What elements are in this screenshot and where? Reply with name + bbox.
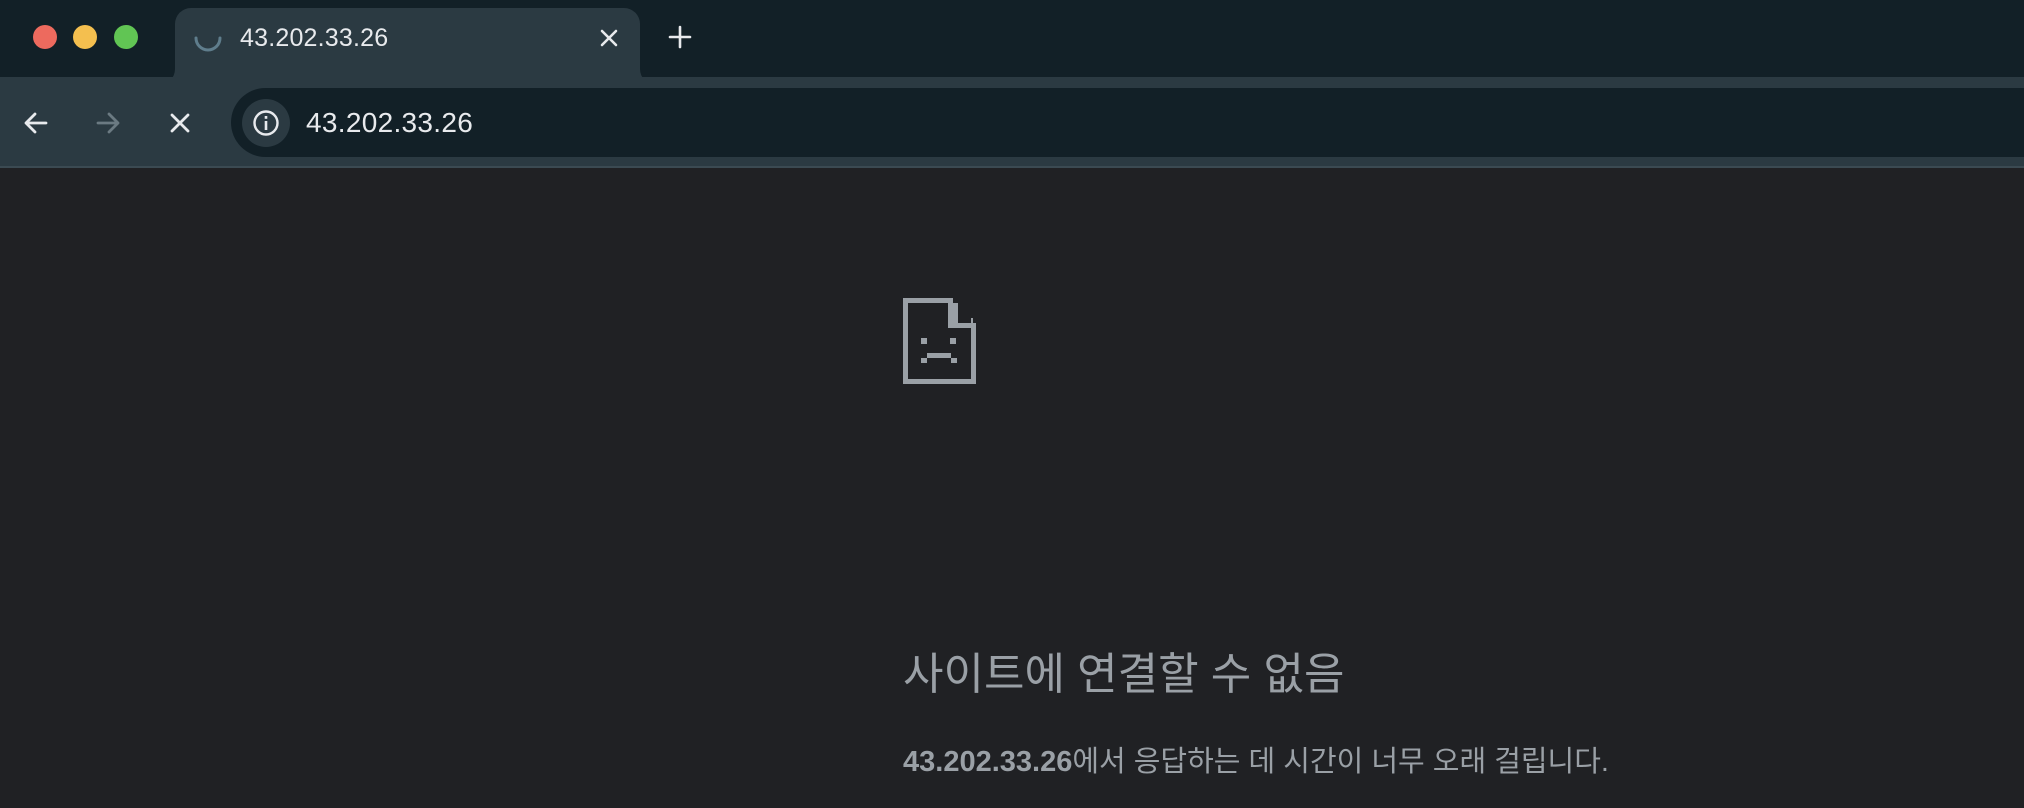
forward-button[interactable] [91, 106, 125, 140]
error-message-text: 에서 응답하는 데 시간이 너무 오래 걸립니다. [1072, 746, 1609, 778]
window-minimize-button[interactable] [73, 25, 97, 49]
error-title: 사이트에 연결할 수 없음 [903, 650, 1345, 699]
tab-close-button[interactable] [594, 23, 624, 53]
plus-icon [668, 25, 692, 49]
close-icon [600, 29, 618, 47]
info-icon [253, 110, 279, 136]
sad-document-icon [903, 298, 976, 384]
toolbar: 43.202.33.26 [0, 77, 2024, 168]
page-content [0, 170, 2024, 808]
site-info-button[interactable] [242, 99, 290, 147]
window-maximize-button[interactable] [114, 25, 138, 49]
close-icon [170, 113, 190, 133]
tab-active[interactable]: 43.202.33.26 [175, 8, 640, 85]
tab-strip: 43.202.33.26 [0, 0, 2024, 85]
stop-loading-button[interactable] [163, 106, 197, 140]
url-text[interactable]: 43.202.33.26 [306, 106, 473, 140]
error-host: 43.202.33.26 [903, 746, 1073, 778]
arrow-right-icon [96, 112, 120, 134]
tab-title: 43.202.33.26 [240, 24, 389, 52]
new-tab-button[interactable] [664, 21, 696, 53]
back-button[interactable] [19, 106, 53, 140]
address-bar[interactable]: 43.202.33.26 [231, 88, 2024, 157]
error-message: 43.202.33.26에서 응답하는 데 시간이 너무 오래 걸립니다. [903, 743, 1609, 781]
loading-spinner-icon [192, 22, 224, 54]
arrow-left-icon [24, 112, 48, 134]
window-close-button[interactable] [33, 25, 57, 49]
